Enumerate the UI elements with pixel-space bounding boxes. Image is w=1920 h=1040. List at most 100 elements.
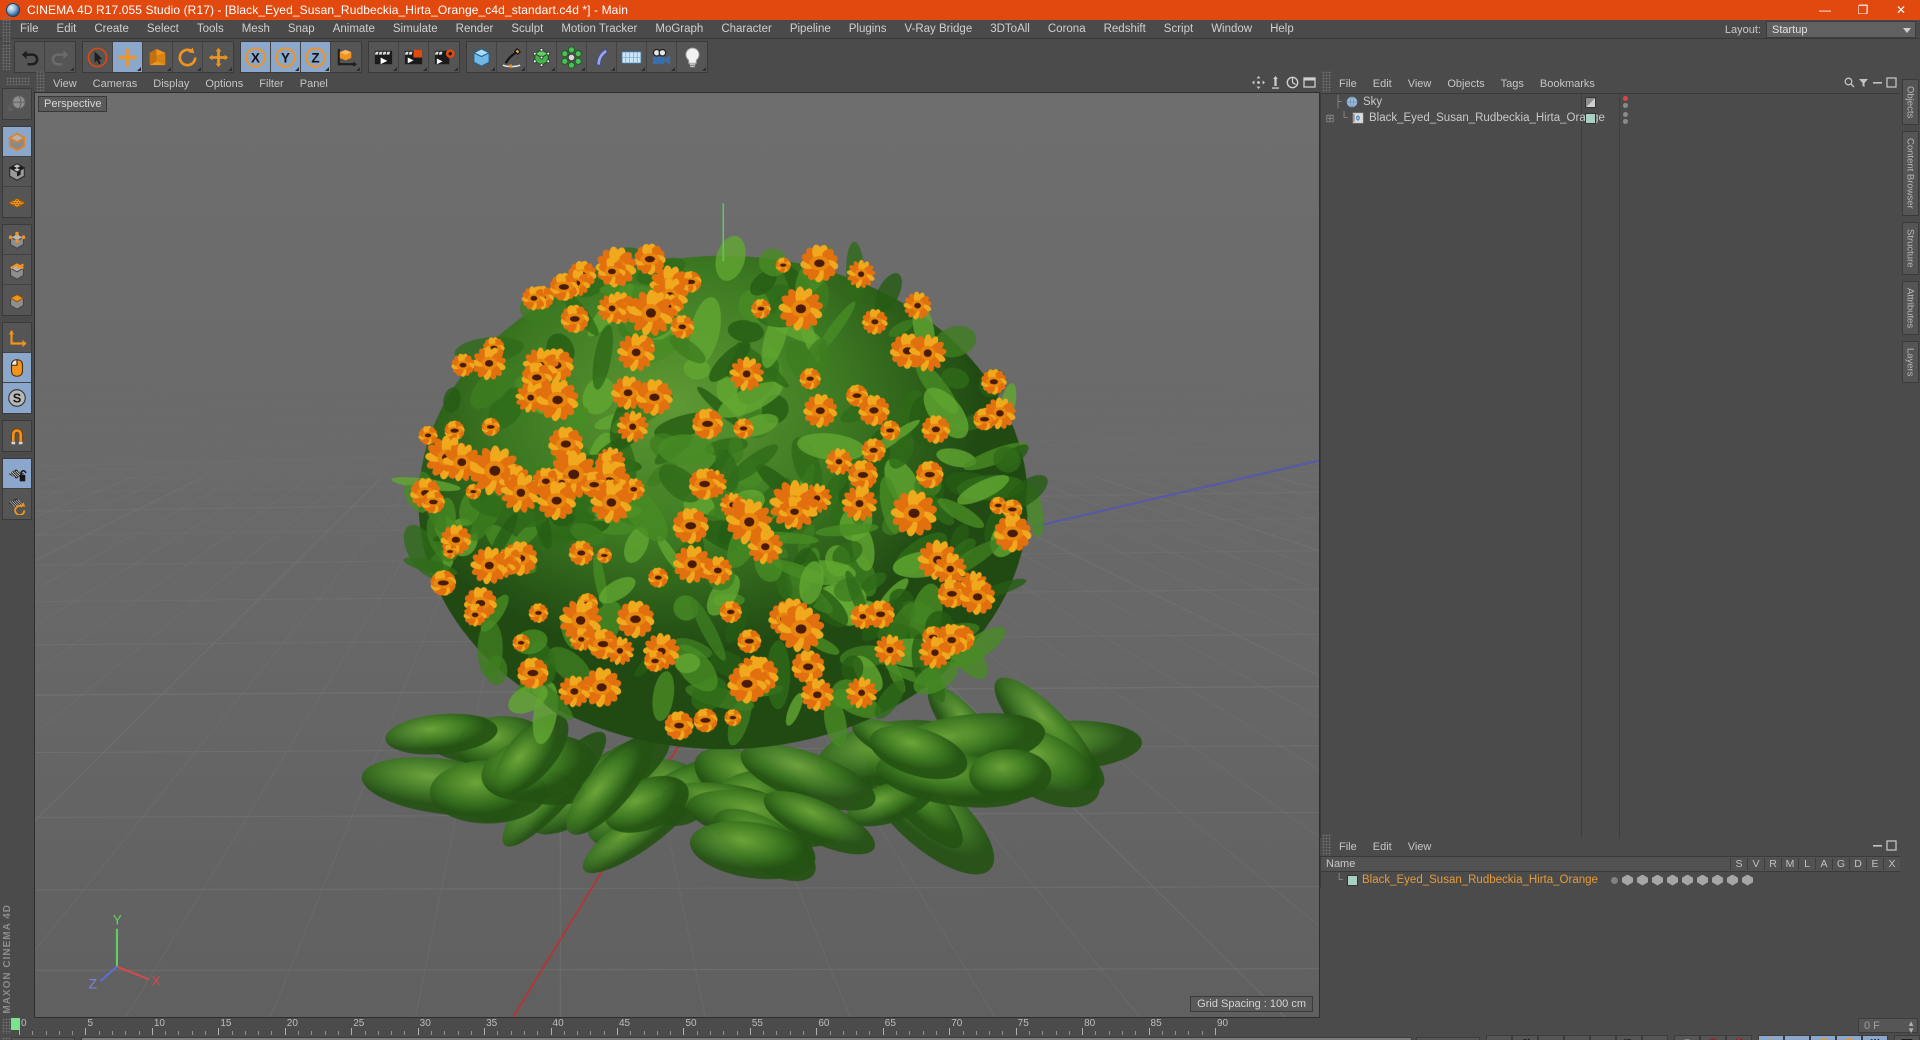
go-to-start-button[interactable] bbox=[1486, 1034, 1512, 1040]
points-mode-button[interactable] bbox=[3, 225, 31, 255]
hierarchy-icon[interactable] bbox=[1652, 874, 1663, 886]
rotate-view-icon[interactable] bbox=[1286, 76, 1299, 89]
list-icon[interactable] bbox=[1682, 874, 1693, 886]
menu-item-create[interactable]: Create bbox=[85, 20, 138, 39]
menu-item-redshift[interactable]: Redshift bbox=[1095, 20, 1155, 39]
attribute-column-E[interactable]: E bbox=[1866, 858, 1883, 870]
expand-plus-icon[interactable]: ⊞ bbox=[1323, 112, 1337, 125]
material-tag-icon[interactable] bbox=[1585, 96, 1596, 108]
close-button[interactable]: ✕ bbox=[1882, 0, 1920, 20]
render-visibility-dot[interactable] bbox=[1623, 103, 1628, 108]
om-menu-tags[interactable]: Tags bbox=[1493, 78, 1532, 90]
right-tab-layers[interactable]: Layers bbox=[1901, 340, 1919, 384]
add-modeling-object-button[interactable] bbox=[557, 42, 587, 72]
attribute-column-V[interactable]: V bbox=[1747, 858, 1764, 870]
om-menu-edit[interactable]: Edit bbox=[1365, 78, 1400, 90]
viewport-menu-display[interactable]: Display bbox=[145, 78, 197, 90]
timeline-filmstrip-button[interactable] bbox=[1894, 1034, 1920, 1040]
object-row[interactable]: ├ Sky bbox=[1321, 94, 1900, 110]
menu-item-motion-tracker[interactable]: Motion Tracker bbox=[552, 20, 646, 39]
solo-dot-icon[interactable] bbox=[1611, 876, 1618, 884]
select-tool-button[interactable] bbox=[83, 42, 113, 72]
om-menu-view[interactable]: View bbox=[1400, 78, 1440, 90]
add-spline-button[interactable] bbox=[497, 42, 527, 72]
menu-item-window[interactable]: Window bbox=[1202, 20, 1261, 39]
scale-lock-button[interactable]: S bbox=[3, 383, 31, 413]
menu-item-3dtoall[interactable]: 3DToAll bbox=[981, 20, 1039, 39]
key-pla-button[interactable] bbox=[1862, 1034, 1888, 1040]
3d-viewport[interactable]: Perspective Grid Spacing : 100 cm Y X Z bbox=[34, 92, 1320, 1018]
timeline-ruler[interactable]: 0 5 10 15 20 25 30 35 40 45 50 55 60 65 70 75 80 85 90 bbox=[11, 1018, 1854, 1035]
render-region-button[interactable] bbox=[399, 42, 429, 72]
mp-menu-view[interactable]: View bbox=[1400, 841, 1440, 853]
menu-item-script[interactable]: Script bbox=[1155, 20, 1202, 39]
mp-menu-edit[interactable]: Edit bbox=[1365, 841, 1400, 853]
pan-view-icon[interactable] bbox=[1252, 76, 1265, 89]
unlock-icon[interactable] bbox=[1667, 874, 1678, 886]
render-view-button[interactable] bbox=[369, 42, 399, 72]
move-tool-button[interactable] bbox=[113, 42, 143, 72]
add-cube-button[interactable] bbox=[467, 42, 497, 72]
timeline-range-slider[interactable]: ◀ 0 F 90 F ▶ bbox=[81, 1036, 1412, 1040]
attribute-column-L[interactable]: L bbox=[1798, 858, 1815, 870]
add-light-button[interactable] bbox=[677, 42, 707, 72]
menu-item-snap[interactable]: Snap bbox=[279, 20, 324, 39]
add-floor-button[interactable] bbox=[617, 42, 647, 72]
lock-x-button[interactable]: X bbox=[241, 42, 271, 72]
autokey-button[interactable] bbox=[1674, 1034, 1700, 1040]
disc-icon[interactable] bbox=[1712, 874, 1723, 886]
menu-item-character[interactable]: Character bbox=[712, 20, 781, 39]
redo-button[interactable] bbox=[45, 42, 75, 72]
menu-item-sculpt[interactable]: Sculpt bbox=[502, 20, 552, 39]
left-toolbar-gripper[interactable] bbox=[6, 77, 30, 85]
menu-item-animate[interactable]: Animate bbox=[324, 20, 384, 39]
object-manager-list[interactable]: ├ Sky ⊞ └ 0 Black_Eyed_Susan_Rudbeckia_Hirta_… bbox=[1320, 93, 1900, 838]
visibility-dots[interactable] bbox=[1623, 112, 1628, 124]
viewport-menu-cameras[interactable]: Cameras bbox=[85, 78, 146, 90]
timeline-end-field[interactable]: 0 F ▲ ▼ bbox=[1858, 1018, 1918, 1035]
spinner-icon[interactable]: ▲▼ bbox=[1907, 1020, 1915, 1035]
tag-row[interactable]: └ Black_Eyed_Susan_Rudbeckia_Hirta_Orange bbox=[1321, 872, 1900, 888]
attribute-column-X[interactable]: X bbox=[1883, 858, 1900, 870]
menu-item-edit[interactable]: Edit bbox=[48, 20, 86, 39]
bowl-icon[interactable] bbox=[1727, 874, 1738, 886]
mp-menu-file[interactable]: File bbox=[1331, 841, 1365, 853]
key-position-button[interactable] bbox=[1758, 1034, 1784, 1040]
attribute-column-M[interactable]: M bbox=[1781, 858, 1798, 870]
undo-view-button[interactable] bbox=[3, 89, 31, 119]
viewport-solo-button[interactable] bbox=[3, 353, 31, 383]
step-back-button[interactable] bbox=[1538, 1034, 1564, 1040]
key-rotation-button[interactable] bbox=[1810, 1034, 1836, 1040]
layout-dropdown[interactable]: Startup bbox=[1766, 21, 1916, 38]
right-tab-objects[interactable]: Objects bbox=[1901, 79, 1919, 126]
previous-key-button[interactable] bbox=[1512, 1034, 1538, 1040]
eye-icon[interactable] bbox=[1622, 874, 1633, 886]
editor-visibility-dot[interactable] bbox=[1623, 112, 1628, 117]
clapper-icon[interactable] bbox=[1637, 874, 1648, 886]
zoom-view-icon[interactable] bbox=[1269, 76, 1282, 89]
attribute-column-A[interactable]: A bbox=[1815, 858, 1832, 870]
current-frame-field[interactable]: 0 F ▲▼ bbox=[11, 1036, 75, 1040]
attribute-column-R[interactable]: R bbox=[1764, 858, 1781, 870]
make-editable-button[interactable] bbox=[3, 127, 31, 157]
editor-visibility-dot[interactable] bbox=[1623, 96, 1628, 101]
maximize-panel-icon[interactable] bbox=[1886, 77, 1897, 88]
om-menu-bookmarks[interactable]: Bookmarks bbox=[1532, 78, 1603, 90]
timeline-gripper[interactable] bbox=[2, 1018, 11, 1034]
search-icon[interactable] bbox=[1844, 77, 1855, 88]
right-tab-attributes[interactable]: Attributes bbox=[1901, 280, 1919, 335]
attribute-column-G[interactable]: G bbox=[1832, 858, 1849, 870]
undo-button[interactable] bbox=[15, 42, 45, 72]
key-parameter-button[interactable]: P bbox=[1836, 1034, 1862, 1040]
enable-axis-button[interactable] bbox=[3, 323, 31, 353]
move-alt-button[interactable] bbox=[203, 42, 233, 72]
viewport-menu-view[interactable]: View bbox=[45, 78, 85, 90]
end-frame-field[interactable]: 90 F ▲▼ bbox=[1416, 1036, 1480, 1040]
next-key-button[interactable] bbox=[1616, 1034, 1642, 1040]
visibility-dots[interactable] bbox=[1623, 96, 1628, 108]
magnet-tool-button[interactable] bbox=[3, 421, 31, 451]
lock-y-button[interactable]: Y bbox=[271, 42, 301, 72]
attribute-column-D[interactable]: D bbox=[1849, 858, 1866, 870]
attribute-column-S[interactable]: S bbox=[1730, 858, 1747, 870]
menu-item-pipeline[interactable]: Pipeline bbox=[781, 20, 840, 39]
